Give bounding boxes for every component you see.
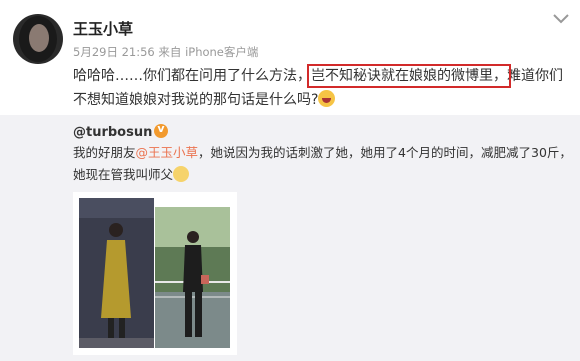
- repost-author-name[interactable]: @turbosun: [73, 125, 152, 140]
- avatar[interactable]: [13, 14, 63, 64]
- gold-emoji-icon: [173, 166, 190, 182]
- laughing-emoji-icon: [318, 90, 336, 107]
- repost-image-1[interactable]: [79, 198, 154, 348]
- repost-text: 我的好朋友@王玉小草，她说因为我的话刺激了她，她用了4个月的时间，减肥减了30斤…: [73, 142, 573, 186]
- post-author-name[interactable]: 王玉小草: [73, 18, 133, 39]
- avatar-face: [29, 24, 49, 52]
- repost-image-2[interactable]: [155, 207, 230, 348]
- post-source-prefix: 来自: [158, 45, 182, 59]
- post-text-highlight: 岂不知秘诀就在娘娘的微博里，: [307, 64, 511, 88]
- chevron-down-icon[interactable]: [552, 12, 570, 26]
- repost-mention[interactable]: @王玉小草: [136, 145, 199, 160]
- post-date[interactable]: 5月29日 21:56: [73, 45, 155, 59]
- post-meta: 5月29日 21:56 来自 iPhone客户端: [73, 44, 258, 60]
- post-text: 哈哈哈……你们都在问用了什么方法，岂不知秘诀就在娘娘的微博里，难道你们不想知道娘…: [73, 64, 563, 112]
- woman-yellow-dress-image: [79, 198, 154, 348]
- repost-text-before: 我的好朋友: [73, 145, 136, 160]
- post-text-before: 哈哈哈……你们都在问用了什么方法，: [73, 68, 311, 84]
- repost-author[interactable]: @turbosun: [73, 122, 169, 140]
- verified-badge-icon: [154, 122, 169, 138]
- woman-on-boat-image: [155, 207, 230, 348]
- post-source[interactable]: iPhone客户端: [185, 45, 258, 59]
